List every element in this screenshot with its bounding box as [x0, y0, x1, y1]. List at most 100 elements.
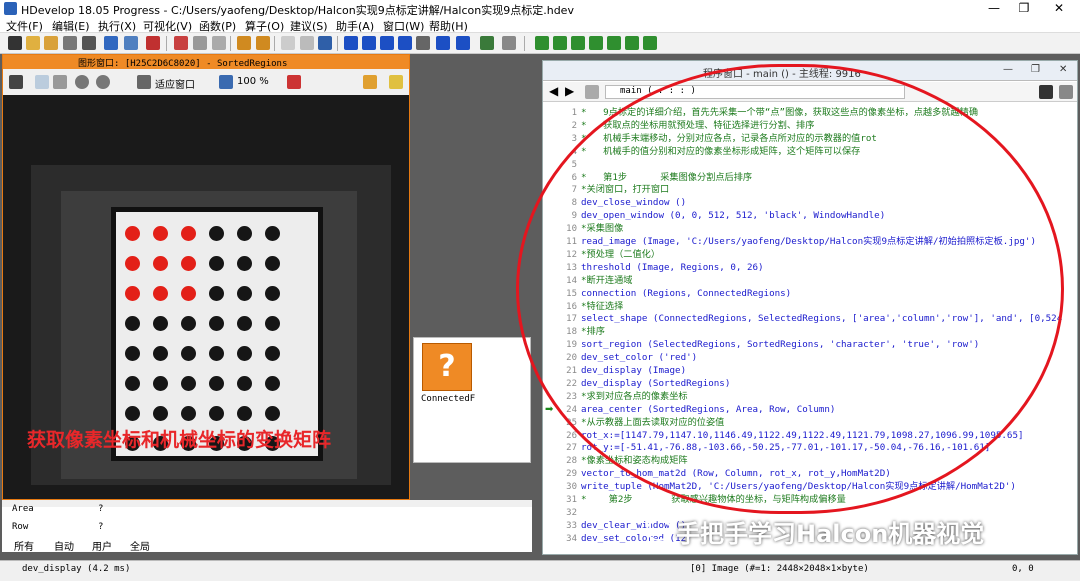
- step-out-icon[interactable]: [398, 36, 412, 50]
- replace-icon[interactable]: [300, 36, 314, 50]
- tab-auto[interactable]: 自动: [54, 538, 74, 553]
- code-line[interactable]: * 第1步 采集图像分割点后排序: [581, 172, 752, 185]
- new-file-icon[interactable]: [8, 36, 22, 50]
- stop-icon[interactable]: [416, 36, 430, 50]
- feature-inspect-icon[interactable]: [607, 36, 621, 50]
- question-icon[interactable]: ?: [422, 343, 472, 391]
- close-icon[interactable]: ✕: [1059, 64, 1067, 75]
- code-line[interactable]: *预处理（二值化）: [581, 249, 660, 262]
- insert-icon[interactable]: [146, 36, 160, 50]
- code-line[interactable]: * 9点标定的详细介绍，首先先采集一个带“点”图像，获取这些点的像素坐标，点越多…: [581, 107, 978, 120]
- code-line[interactable]: * 机械手末端移动，分别对应各点，记录各点所对应的示教器的值rot: [581, 133, 877, 146]
- menu-visualize[interactable]: 可视化(V): [143, 18, 192, 34]
- graphics-window-icon[interactable]: [535, 36, 549, 50]
- find-icon[interactable]: [281, 36, 295, 50]
- binoculars-icon[interactable]: [318, 36, 332, 50]
- code-line[interactable]: *求到对应各点的像素坐标: [581, 391, 688, 404]
- open-folder-icon[interactable]: [44, 36, 58, 50]
- fit-window-label[interactable]: 适应窗口: [155, 76, 195, 91]
- code-line[interactable]: dev_set_color ('red'): [581, 352, 697, 365]
- settings-icon[interactable]: [104, 36, 118, 50]
- save-icon[interactable]: [63, 36, 77, 50]
- timer-icon[interactable]: [502, 36, 516, 50]
- calibration-image[interactable]: 获取像素坐标和机械坐标的变换矩阵: [3, 95, 409, 499]
- zoom-level[interactable]: 100 %: [237, 76, 269, 87]
- close-button[interactable]: ✕: [1045, 1, 1073, 16]
- line-profile-icon[interactable]: [571, 36, 585, 50]
- program-icon[interactable]: [124, 36, 138, 50]
- bulb-icon[interactable]: [389, 75, 403, 89]
- code-line[interactable]: dev_display (Image): [581, 365, 686, 378]
- redo-icon[interactable]: [256, 36, 270, 50]
- code-line[interactable]: area_center (SortedRegions, Area, Row, C…: [581, 404, 835, 417]
- code-line[interactable]: *关闭窗口，打开窗口: [581, 184, 669, 197]
- reset-icon[interactable]: [436, 36, 450, 50]
- program-window-titlebar[interactable]: 程序窗口 - main () - 主线程: 9916 — ❐ ✕: [543, 61, 1077, 81]
- maximize-icon[interactable]: ❐: [1031, 64, 1040, 75]
- code-line[interactable]: select_shape (ConnectedRegions, Selected…: [581, 313, 1062, 326]
- edit-icon[interactable]: [9, 75, 23, 89]
- menu-suggestions[interactable]: 建议(S): [290, 18, 328, 34]
- program-window[interactable]: 程序窗口 - main () - 主线程: 9916 — ❐ ✕ ◀ ▶ mai…: [542, 60, 1078, 555]
- procedure-icon[interactable]: [585, 85, 599, 99]
- code-line[interactable]: sort_region (SelectedRegions, SortedRegi…: [581, 339, 979, 352]
- tab-global[interactable]: 全局: [130, 538, 150, 553]
- menu-procedures[interactable]: 函数(P): [199, 18, 236, 34]
- code-line[interactable]: *采集图像: [581, 223, 623, 236]
- procedure-select[interactable]: main ( : : : ): [605, 85, 905, 99]
- minimize-icon[interactable]: —: [1003, 64, 1013, 75]
- code-line[interactable]: *从示教器上面去读取对应的位姿值: [581, 417, 724, 430]
- code-line[interactable]: *排序: [581, 326, 605, 339]
- code-line[interactable]: write_tuple (HomMat2D, 'C:/Users/yaofeng…: [581, 481, 1016, 494]
- code-line[interactable]: dev_display (SortedRegions): [581, 378, 730, 391]
- cut-icon[interactable]: [174, 36, 188, 50]
- run-icon[interactable]: [344, 36, 358, 50]
- menu-window[interactable]: 窗口(W): [383, 18, 424, 34]
- code-line[interactable]: dev_open_window (0, 0, 512, 512, 'black'…: [581, 210, 885, 223]
- code-line[interactable]: rot_y:=[-51.41,-76.88,-103.66,-50.25,-77…: [581, 442, 990, 455]
- paste-icon[interactable]: [212, 36, 226, 50]
- print-icon[interactable]: [82, 36, 96, 50]
- graphics-window[interactable]: 图形窗口: [H25C2D6C8020] - SortedRegions 适应窗…: [2, 54, 410, 500]
- menu-file[interactable]: 文件(F): [6, 18, 43, 34]
- edit-procedure-icon[interactable]: [1039, 85, 1053, 99]
- image-acq-icon[interactable]: [480, 36, 494, 50]
- code-editor[interactable]: 1 * 9点标定的详细介绍，首先先采集一个带“点”图像，获取这些点的像素坐标，点越…: [543, 103, 1077, 555]
- code-line[interactable]: *断开连通域: [581, 275, 632, 288]
- code-line[interactable]: threshold (Image, Regions, 0, 26): [581, 262, 764, 275]
- maximize-button[interactable]: ❐: [1010, 1, 1038, 16]
- pin-icon[interactable]: [363, 75, 377, 89]
- tab-user[interactable]: 用户: [92, 538, 112, 553]
- zoom-window-icon[interactable]: [625, 36, 639, 50]
- menu-execute[interactable]: 执行(X): [98, 18, 136, 34]
- dropdown-icon[interactable]: [1059, 85, 1073, 99]
- menu-operators[interactable]: 算子(O): [245, 18, 284, 34]
- var-name[interactable]: Row: [12, 522, 28, 532]
- open-file-icon[interactable]: [26, 36, 40, 50]
- code-line[interactable]: connection (Regions, ConnectedRegions): [581, 288, 791, 301]
- hand-icon[interactable]: [53, 75, 67, 89]
- code-line[interactable]: * 机械手的值分别和对应的像素坐标形成矩阵，这个矩阵可以保存: [581, 146, 860, 159]
- graphics-window-titlebar[interactable]: 图形窗口: [H25C2D6C8020] - SortedRegions: [3, 55, 409, 69]
- code-line[interactable]: *像素坐标和姿态构成矩阵: [581, 455, 688, 468]
- fit-window-icon[interactable]: [137, 75, 151, 89]
- ocr-icon[interactable]: [643, 36, 657, 50]
- gray-histogram-icon[interactable]: [589, 36, 603, 50]
- forward-icon[interactable]: ▶: [565, 84, 574, 98]
- code-line[interactable]: rot_x:=[1147.79,1147.10,1146.49,1122.49,…: [581, 430, 1024, 443]
- menu-assistants[interactable]: 助手(A): [336, 18, 374, 34]
- menu-edit[interactable]: 编辑(E): [52, 18, 90, 34]
- code-line[interactable]: *特征选择: [581, 301, 623, 314]
- code-line[interactable]: dev_close_window (): [581, 197, 686, 210]
- menu-help[interactable]: 帮助(H): [429, 18, 468, 34]
- undo-icon[interactable]: [237, 36, 251, 50]
- var-name[interactable]: Area: [12, 504, 34, 514]
- histogram-icon[interactable]: [553, 36, 567, 50]
- minimize-button[interactable]: —: [980, 1, 1008, 16]
- code-line[interactable]: * 获取点的坐标用就预处理、特征选择进行分割、排序: [581, 120, 814, 133]
- code-line[interactable]: read_image (Image, 'C:/Users/yaofeng/Des…: [581, 236, 1036, 249]
- copy-icon[interactable]: [193, 36, 207, 50]
- zoom-dropdown-icon[interactable]: [96, 75, 110, 89]
- step-over-icon[interactable]: [362, 36, 376, 50]
- zoom-icon[interactable]: [75, 75, 89, 89]
